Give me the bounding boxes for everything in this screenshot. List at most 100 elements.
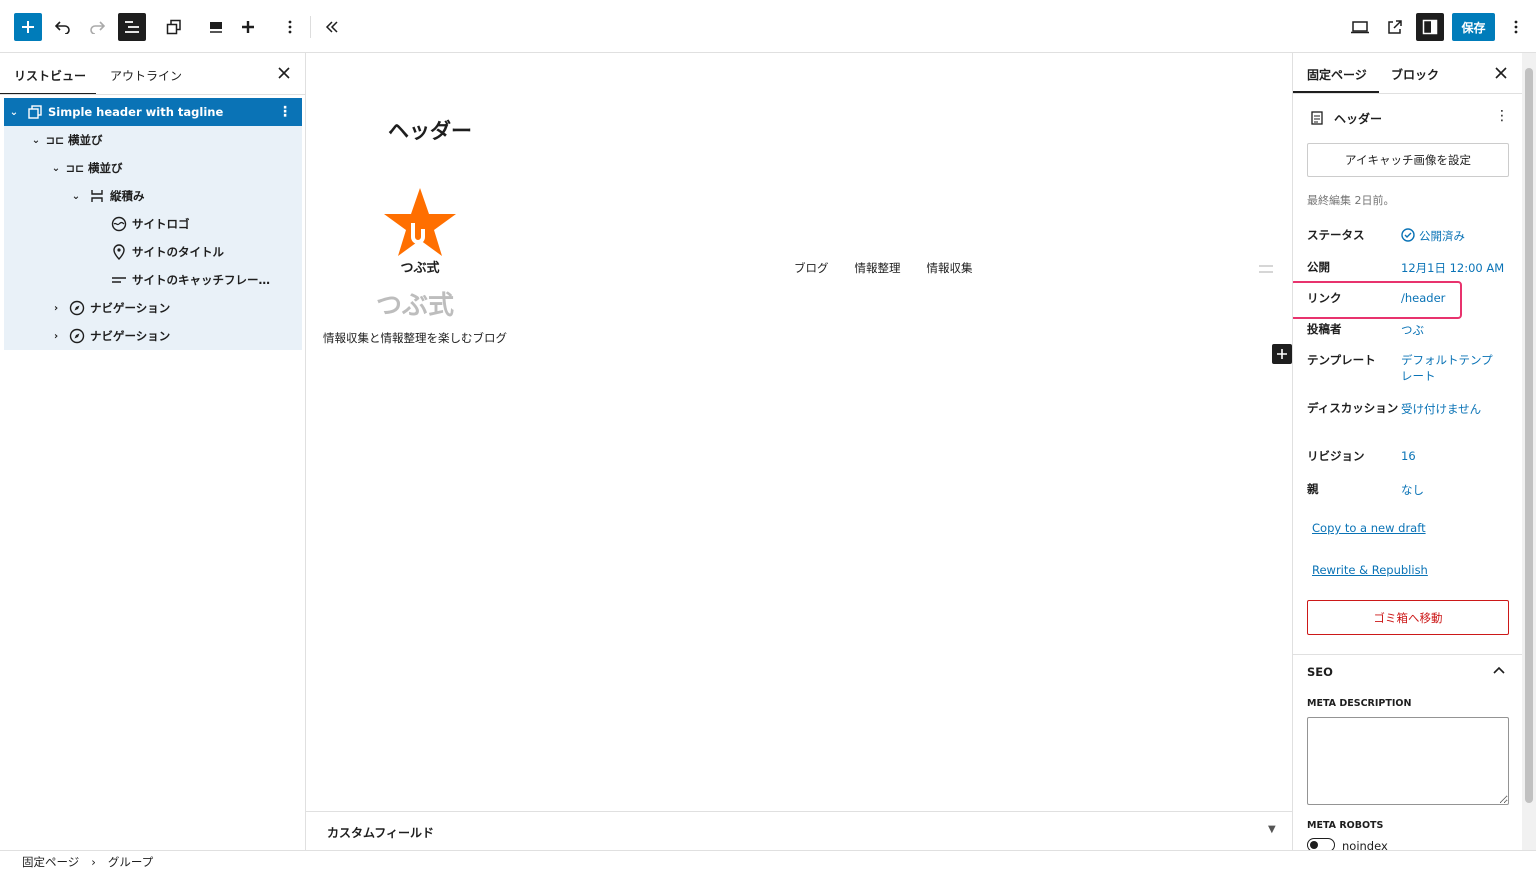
status-check-icon — [1401, 228, 1415, 245]
meta-description-input[interactable] — [1307, 717, 1509, 805]
nav-link[interactable]: ブログ — [794, 260, 829, 276]
view-page-button[interactable] — [1381, 13, 1409, 41]
chevron-down-icon[interactable]: ⌄ — [50, 163, 62, 174]
list-view-button[interactable] — [118, 13, 146, 41]
custom-fields-panel[interactable]: カスタムフィールド ▼ — [306, 811, 1292, 850]
caret-down-icon[interactable]: ▼ — [1268, 824, 1276, 835]
rewrite-republish-link[interactable]: Rewrite & Republish — [1312, 563, 1428, 577]
list-item[interactable]: サイトのタイトル — [4, 238, 302, 266]
list-item[interactable]: ⌄ ⊐⊏ 横並び — [4, 126, 302, 154]
save-button[interactable]: 保存 — [1452, 13, 1495, 41]
redo-button[interactable] — [83, 13, 111, 41]
tab-block[interactable]: ブロック — [1391, 66, 1439, 83]
undo-button[interactable] — [49, 13, 77, 41]
list-item[interactable]: ⌄ ⊐⊏ 横並び — [4, 154, 302, 182]
list-item-label: 横並び — [68, 133, 103, 147]
chevron-up-icon[interactable] — [1493, 663, 1505, 677]
tab-page[interactable]: 固定ページ — [1307, 66, 1367, 83]
tab-divider — [0, 94, 305, 95]
publish-value[interactable]: 12月1日 12:00 AM — [1401, 260, 1504, 276]
chevron-down-icon[interactable]: ⌄ — [70, 191, 82, 202]
breadcrumb-separator: › — [91, 855, 96, 869]
sidebar-scrollbar[interactable] — [1522, 53, 1536, 850]
list-item[interactable]: ⌄ 縦積み — [4, 182, 302, 210]
tab-outline[interactable]: アウトライン — [110, 67, 182, 84]
chevron-down-icon[interactable]: ⌄ — [30, 135, 42, 146]
set-featured-image-button[interactable]: アイキャッチ画像を設定 — [1307, 143, 1509, 177]
list-item[interactable]: サイトロゴ — [4, 210, 302, 238]
nav-link[interactable]: 情報収集 — [927, 260, 973, 276]
list-item-label: 縦積み — [110, 189, 145, 203]
site-logo[interactable]: つぶ式 — [380, 185, 460, 276]
navigation-menu: ブログ 情報整理 情報収集 — [794, 260, 973, 276]
noindex-label: noindex — [1342, 839, 1388, 850]
list-item[interactable]: › ナビゲーション — [4, 294, 302, 322]
close-list-view-button[interactable] — [278, 67, 292, 81]
noindex-toggle[interactable] — [1307, 838, 1335, 850]
add-block-button[interactable] — [14, 13, 42, 41]
breadcrumb-root[interactable]: 固定ページ — [22, 854, 79, 870]
revision-value[interactable]: 16 — [1401, 449, 1416, 463]
chevron-right-icon[interactable]: › — [50, 303, 62, 314]
list-item-label: ナビゲーション — [90, 301, 171, 315]
list-item-label: ナビゲーション — [90, 329, 171, 343]
collapse-icon — [325, 21, 338, 33]
add-block-inline-button[interactable] — [1272, 344, 1292, 364]
status-value[interactable]: 公開済み — [1419, 228, 1465, 244]
site-tagline[interactable]: 情報収集と情報整理を楽しむブログ — [323, 330, 507, 346]
list-view-panel: リストビュー アウトライン ⌄ Simple header with tagli… — [0, 53, 306, 850]
tab-divider — [1293, 93, 1522, 94]
parent-value[interactable]: なし — [1401, 482, 1424, 498]
editor-toolbar: 保存 — [0, 0, 1536, 53]
breadcrumb-current[interactable]: グループ — [108, 854, 153, 870]
logo-text: つぶ式 — [400, 261, 440, 276]
link-label: リンク — [1307, 291, 1342, 305]
align-button[interactable] — [202, 13, 230, 41]
list-item[interactable]: › ナビゲーション — [4, 322, 302, 350]
template-value[interactable]: デフォルトテンプレート — [1401, 352, 1501, 384]
collapse-button[interactable] — [318, 13, 346, 41]
site-title[interactable]: つぶ式 — [376, 285, 454, 322]
list-item[interactable]: サイトのキャッチフレー… — [4, 266, 302, 294]
nav-link[interactable]: 情報整理 — [855, 260, 901, 276]
insert-button[interactable] — [234, 13, 262, 41]
move-to-trash-button[interactable]: ゴミ箱へ移動 — [1307, 600, 1509, 635]
more-vertical-icon — [1514, 20, 1518, 34]
list-item-label: サイトのタイトル — [132, 245, 224, 259]
row-icon: ⊐⊏ — [45, 133, 65, 147]
plus-icon — [1277, 349, 1287, 359]
hamburger-icon[interactable] — [1258, 263, 1274, 277]
scrollbar-thumb[interactable] — [1525, 68, 1533, 803]
list-item-label: サイトロゴ — [132, 217, 190, 231]
group-icon — [26, 103, 44, 121]
document-icon — [1311, 111, 1323, 128]
align-icon — [210, 22, 222, 33]
meta-robots-label: META ROBOTS — [1307, 820, 1384, 831]
editor-canvas[interactable]: ヘッダー つぶ式 つぶ式 情報収集と情報整理を楽しむブログ ブログ 情報整理 情… — [306, 53, 1292, 811]
link-value[interactable]: /header — [1401, 291, 1445, 305]
last-edited: 最終編集 2日前。 — [1307, 194, 1395, 207]
close-sidebar-button[interactable] — [1495, 67, 1507, 82]
redo-icon — [90, 21, 105, 34]
tab-list-view[interactable]: リストビュー — [14, 67, 86, 84]
settings-toggle-button[interactable] — [1416, 13, 1444, 41]
more-options-button[interactable] — [1502, 13, 1530, 41]
revision-label: リビジョン — [1307, 449, 1365, 463]
page-title[interactable]: ヘッダー — [388, 115, 472, 145]
author-value[interactable]: つぶ — [1401, 322, 1424, 338]
seo-panel-title[interactable]: SEO — [1307, 665, 1333, 679]
more-vertical-icon[interactable]: ⋮ — [278, 104, 292, 120]
discussion-value[interactable]: 受け付けません — [1401, 401, 1481, 417]
options-button[interactable] — [276, 13, 304, 41]
copy-to-draft-link[interactable]: Copy to a new draft — [1312, 521, 1426, 535]
chevron-right-icon[interactable]: › — [50, 331, 62, 342]
preview-button[interactable] — [1346, 13, 1374, 41]
list-item[interactable]: ⌄ Simple header with tagline ⋮ — [4, 98, 302, 126]
more-vertical-icon[interactable]: ⋮ — [1495, 108, 1509, 124]
block-patterns-button[interactable] — [160, 13, 188, 41]
parent-label: 親 — [1307, 482, 1319, 496]
star-logo-icon — [384, 188, 456, 256]
chevron-down-icon[interactable]: ⌄ — [8, 107, 20, 118]
breadcrumb: 固定ページ › グループ — [0, 850, 1536, 873]
list-view-icon — [125, 21, 139, 33]
